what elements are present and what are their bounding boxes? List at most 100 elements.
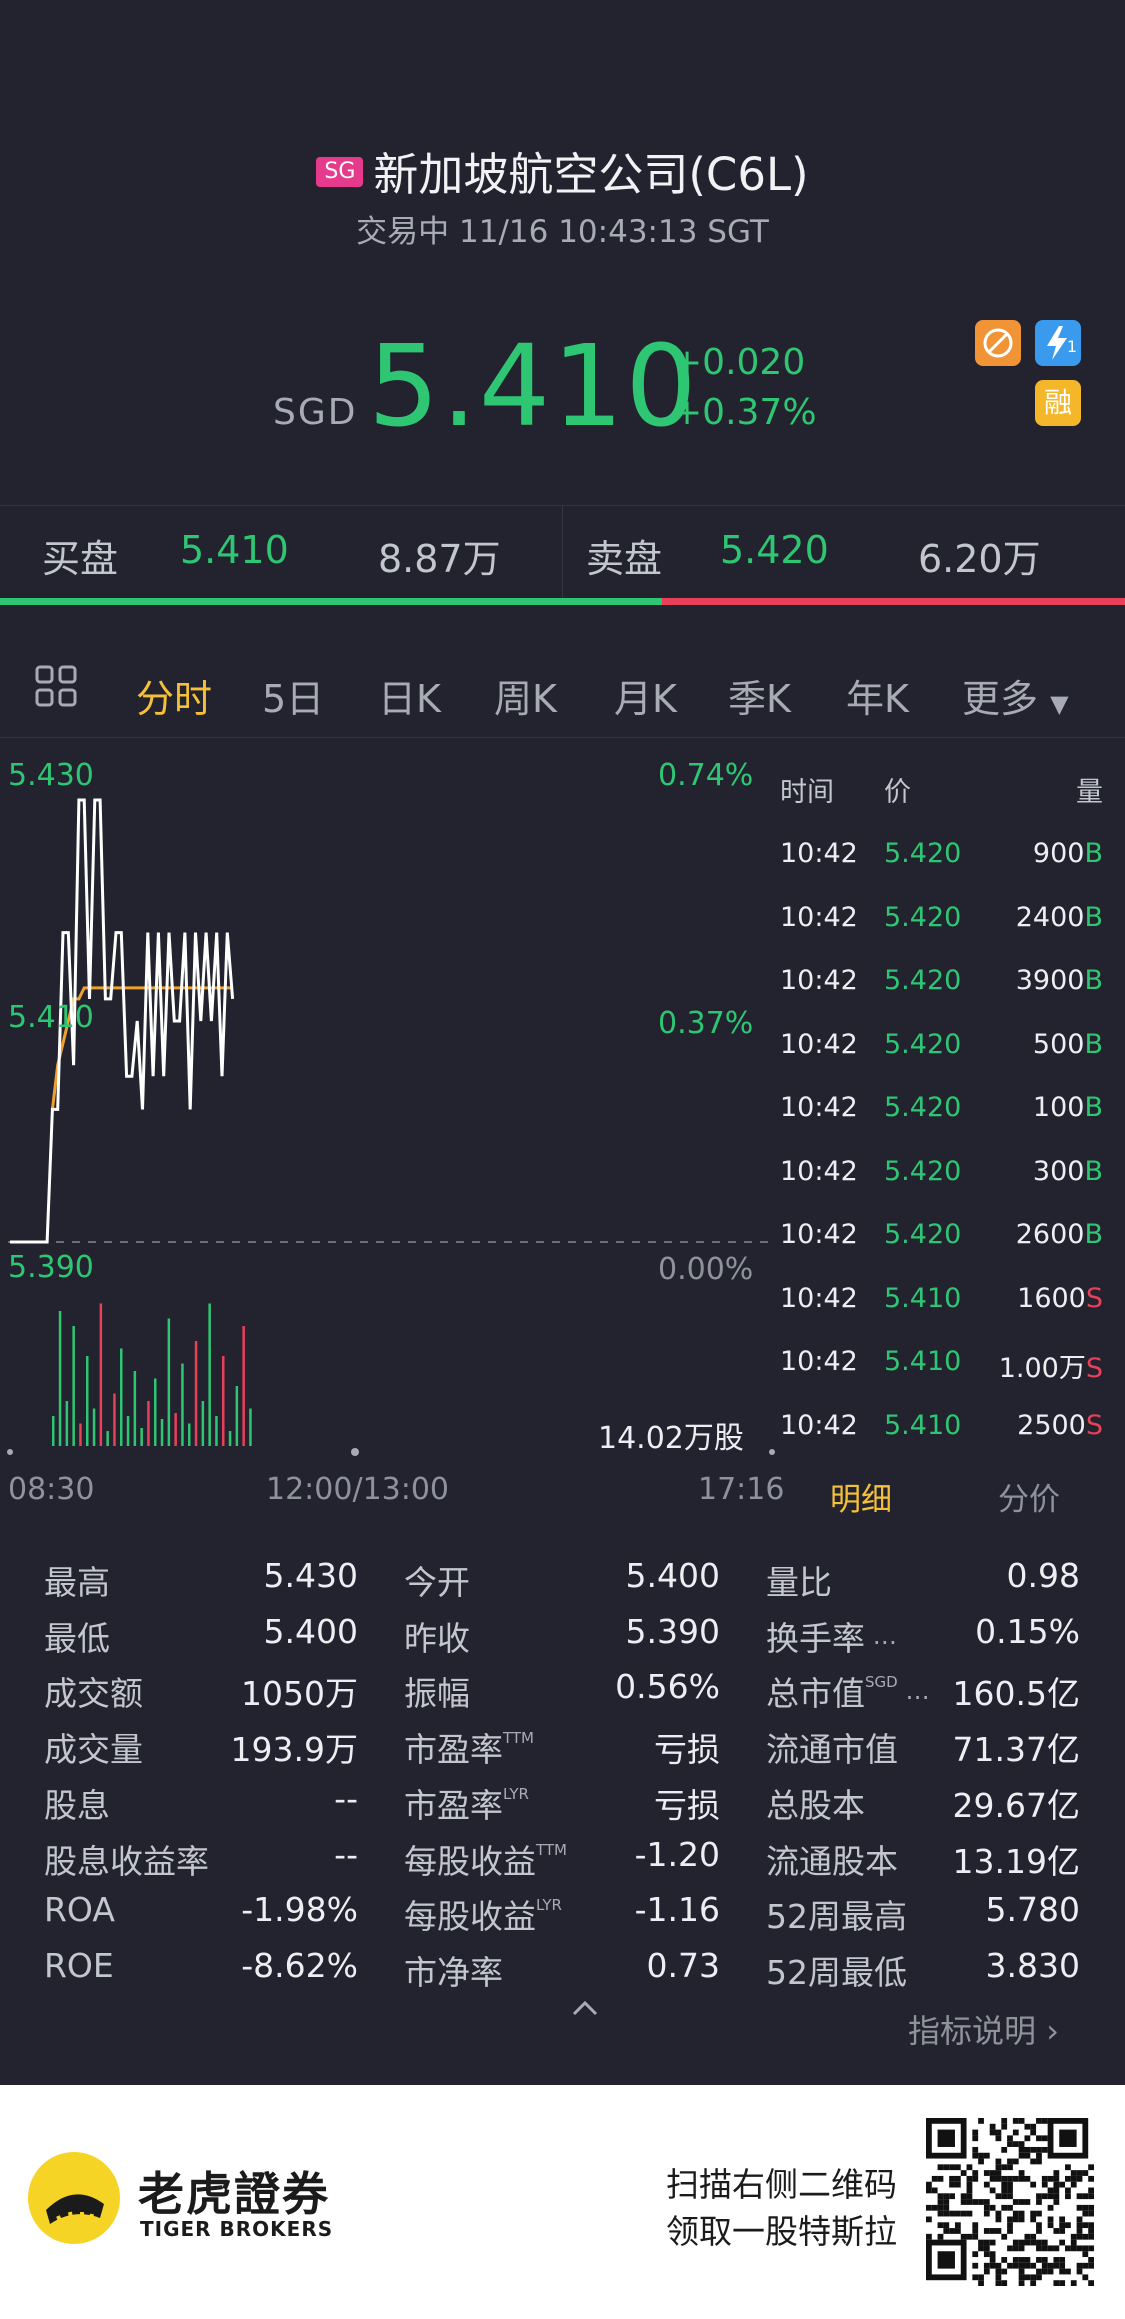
- stat-label: 最低: [44, 1612, 110, 1660]
- x-start-label: 08:30: [8, 1472, 95, 1507]
- x-mid-label: 12:00/13:00: [266, 1472, 450, 1507]
- stat-value: 0.56%: [615, 1667, 720, 1707]
- qr-module: [983, 2251, 990, 2258]
- tab-yearly-k[interactable]: 年K: [846, 668, 909, 723]
- qr-module: [1012, 2239, 1019, 2246]
- qr-module: [1001, 2204, 1008, 2211]
- qr-module: [1001, 2181, 1008, 2188]
- tab-5day[interactable]: 5日: [262, 668, 324, 723]
- qr-module: [972, 2135, 979, 2142]
- qr-module: [1024, 2262, 1031, 2269]
- qr-module: [954, 2164, 961, 2171]
- qr-module: [1053, 2245, 1060, 2252]
- volume-bar: [194, 1341, 198, 1446]
- intraday-chart[interactable]: [0, 738, 775, 1478]
- grid-menu-icon[interactable]: [34, 664, 80, 714]
- qr-module: [966, 2164, 973, 2171]
- tab-trade-price[interactable]: 分价: [998, 1474, 1060, 1519]
- tab-monthly-k[interactable]: 月K: [614, 668, 677, 723]
- tab-more[interactable]: 更多 ▼: [962, 668, 1069, 723]
- trade-volume: 300B: [1033, 1156, 1103, 1187]
- y-mid-label: 5.410: [8, 1000, 94, 1035]
- qr-module: [995, 2210, 1002, 2217]
- qr-module: [1041, 2257, 1048, 2263]
- qr-module: [1088, 2222, 1094, 2229]
- info-icon[interactable]: ⋯: [865, 1628, 897, 1656]
- qr-module: [1088, 2262, 1094, 2269]
- qr-module: [1076, 2222, 1083, 2229]
- change-abs: +0.020: [672, 342, 806, 383]
- qr-module: [1036, 2268, 1042, 2275]
- stat-label-text: 市盈率: [404, 1730, 503, 1770]
- brand-name-en: TIGER BROKERS: [140, 2217, 334, 2241]
- volume-bars: [52, 1303, 252, 1446]
- current-price: 5.410: [368, 322, 699, 452]
- qr-module: [966, 2181, 973, 2188]
- qr-module: [1088, 2175, 1094, 2182]
- trade-volume: 1.00万S: [999, 1346, 1103, 1385]
- qr-module: [1088, 2187, 1094, 2194]
- tab-daily-k[interactable]: 日K: [378, 668, 441, 723]
- qr-module: [1059, 2228, 1066, 2234]
- trade-volume-value: 1.00万: [998, 1353, 1086, 1384]
- volume-bar: [126, 1416, 130, 1446]
- info-icon[interactable]: ⋯: [898, 1683, 929, 1711]
- qr-module: [995, 2170, 1002, 2176]
- qr-module: [1012, 2141, 1019, 2147]
- volume-bar: [242, 1326, 245, 1446]
- qr-module: [972, 2129, 979, 2136]
- tab-quarterly-k[interactable]: 季K: [728, 668, 791, 723]
- margin-icon[interactable]: 融: [1035, 380, 1081, 426]
- qr-module: [978, 2239, 984, 2246]
- qr-module: [1082, 2204, 1089, 2211]
- trade-time: 10:42: [780, 965, 858, 996]
- volume-bar: [201, 1401, 205, 1446]
- qr-module: [943, 2228, 950, 2234]
- tab-more-label: 更多: [962, 677, 1039, 721]
- trade-side: B: [1084, 838, 1103, 869]
- qr-module: [931, 2187, 938, 2194]
- qr-module: [1024, 2274, 1031, 2281]
- trade-price: 5.420: [884, 1028, 962, 1060]
- tab-weekly-k[interactable]: 周K: [494, 668, 557, 723]
- qr-module: [1012, 2210, 1019, 2217]
- qr-module: [1088, 2204, 1094, 2211]
- flash-icon[interactable]: 1: [1035, 320, 1081, 366]
- chevron-up-icon[interactable]: [570, 1996, 600, 2024]
- qr-module: [995, 2158, 1002, 2165]
- qr-module: [1007, 2204, 1013, 2211]
- stat-value: 0.15%: [975, 1611, 1080, 1651]
- qr-module: [966, 2193, 973, 2200]
- volume-bar: [167, 1318, 171, 1446]
- qr-module: [1070, 2239, 1077, 2246]
- qr-module: [960, 2233, 967, 2240]
- indicator-explain-link[interactable]: 指标说明 ›: [908, 2006, 1059, 2052]
- qr-module: [966, 2187, 973, 2194]
- no-short-icon[interactable]: [975, 320, 1021, 366]
- trade-side: B: [1084, 965, 1103, 996]
- qr-module: [943, 2204, 950, 2211]
- tab-intraday[interactable]: 分时: [136, 668, 212, 723]
- trade-volume-value: 2500: [1017, 1409, 1086, 1441]
- qr-module: [972, 2152, 979, 2159]
- stat-label-text: 流通股本: [766, 1841, 898, 1881]
- qr-module: [1018, 2280, 1025, 2286]
- qr-module: [1001, 2233, 1008, 2240]
- qr-module: [1053, 2280, 1060, 2286]
- qr-module: [1030, 2216, 1037, 2223]
- qr-module: [1024, 2257, 1031, 2263]
- trade-price: 5.420: [884, 1155, 962, 1187]
- qr-module: [989, 2228, 996, 2234]
- qr-module: [1018, 2146, 1025, 2153]
- qr-module: [1053, 2257, 1060, 2263]
- qr-module: [1007, 2228, 1013, 2234]
- x-end-dot: [769, 1449, 775, 1455]
- qr-module: [1088, 2193, 1094, 2200]
- tab-trade-detail[interactable]: 明细: [830, 1474, 892, 1519]
- volume-bar: [99, 1303, 103, 1446]
- qr-module: [989, 2257, 996, 2263]
- qr-module: [1082, 2210, 1089, 2217]
- qr-module: [1030, 2129, 1037, 2136]
- qr-module: [1001, 2123, 1008, 2130]
- qr-module: [954, 2181, 961, 2188]
